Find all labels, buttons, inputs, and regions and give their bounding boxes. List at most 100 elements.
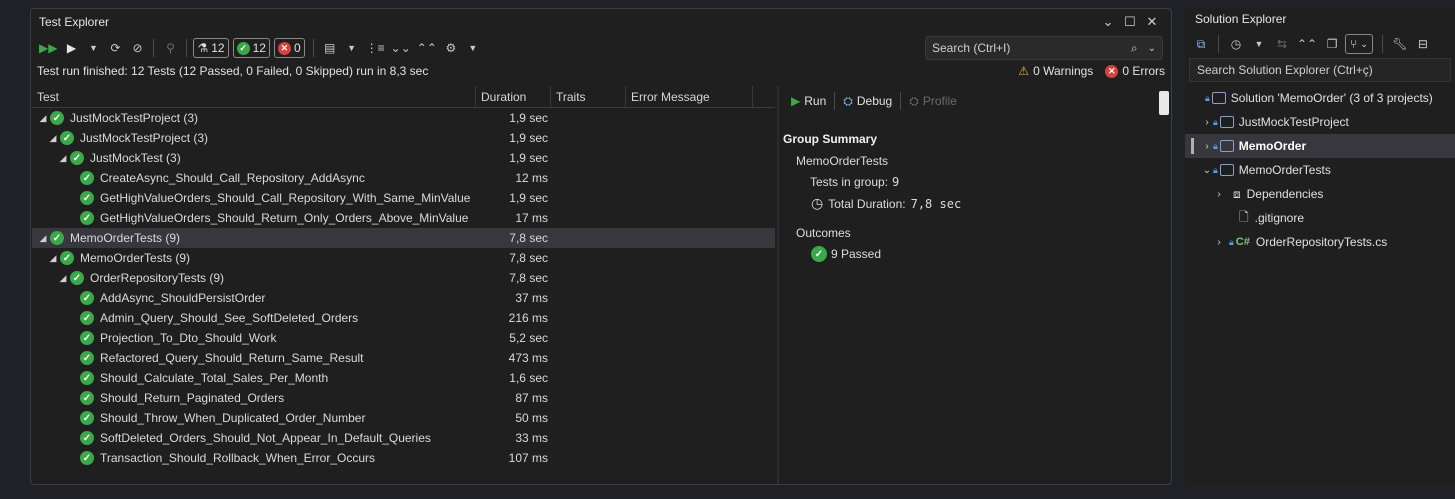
passed-icon: ✓ [80,391,94,405]
repeat-run-icon[interactable]: ⟳ [105,37,125,59]
search-icon[interactable]: ⌕ [1131,41,1138,56]
collapse-all-icon[interactable]: ⌃⌃ [1295,33,1319,55]
chevron-down-icon[interactable]: ▼ [342,37,362,59]
table-row[interactable]: ✓ AddAsync_ShouldPersistOrder 37 ms [32,288,775,308]
debug-button[interactable]: ⛭ Debug [839,94,896,109]
table-row[interactable]: ✓ CreateAsync_Should_Call_Repository_AddA… [32,168,775,188]
lock-icon: 🔒︎ [1205,92,1210,103]
tree-item-dependencies[interactable]: › ⧈ Dependencies [1185,182,1455,206]
warnings-indicator[interactable]: ⚠ 0 Warnings [1018,64,1093,78]
table-row[interactable]: ✓ Should_Throw_When_Duplicated_Order_Numb… [32,408,775,428]
history-icon[interactable]: ◷ [1226,33,1246,55]
group-by-icon[interactable]: ⋮≡ [364,37,387,59]
test-duration: 7,8 sec [509,251,548,265]
expand-arrow-icon[interactable]: ◢ [38,113,48,124]
table-row[interactable]: ✓ Refactored_Query_Should_Return_Same_Res… [32,348,775,368]
chevron-down-icon[interactable]: ⌄ [1201,165,1213,176]
pane-splitter[interactable] [777,86,779,484]
run-icon[interactable]: ▶ [61,37,81,59]
profile-icon: ⛭ [909,93,919,108]
chevron-down-icon[interactable]: ⌄ [1097,12,1119,32]
gear-icon[interactable]: ⚙ [441,37,461,59]
chevron-right-icon[interactable]: › [1213,237,1225,248]
filter-icon[interactable]: ⚲ [160,37,180,59]
expand-arrow-icon[interactable]: ◢ [48,253,58,264]
tree-item-label: OrderRepositoryTests.cs [1255,235,1388,249]
errors-indicator[interactable]: ✕ 0 Errors [1105,64,1165,78]
pending-changes-filter[interactable]: ⑂ ⌄ [1345,34,1373,54]
maximize-icon[interactable]: ☐ [1119,12,1141,32]
show-all-files-icon[interactable]: ❐ [1322,33,1342,55]
chevron-right-icon[interactable]: › [1201,117,1213,128]
expand-arrow-icon[interactable]: ◢ [48,133,58,144]
column-header-duration[interactable]: Duration [476,86,551,107]
passed-tests-filter[interactable]: ✓ 12 [232,38,270,58]
run-summary: Test run finished: 12 Tests (12 Passed, … [37,64,429,78]
failed-tests-filter[interactable]: ✕ 0 [273,38,305,58]
chevron-down-icon[interactable]: ⌄ [1148,43,1156,54]
table-row[interactable]: ✓ Should_Return_Paginated_Orders 87 ms [32,388,775,408]
table-row[interactable]: ✓ SoftDeleted_Orders_Should_Not_Appear_In… [32,428,775,448]
profile-button[interactable]: ⛭ Profile [905,94,961,109]
table-row[interactable]: ◢ ✓ JustMockTestProject (3) 1,9 sec [32,128,775,148]
run-button[interactable]: ▶ Run [787,94,830,108]
table-row[interactable]: ◢ ✓ JustMockTestProject (3) 1,9 sec [32,108,775,128]
tree-item-file[interactable]: 🗋 .gitignore [1185,206,1455,230]
panel-title: Test Explorer [39,15,110,29]
flask-icon: ⚗ [197,41,209,55]
passed-icon: ✓ [70,151,84,165]
total-tests-filter[interactable]: ⚗ 12 [193,38,229,58]
chevron-right-icon[interactable]: › [1201,141,1213,152]
sync-icon[interactable]: ⇆ [1272,33,1292,55]
column-header-traits[interactable]: Traits [551,86,626,107]
chevron-down-icon[interactable]: ▼ [1249,33,1269,55]
chevron-down-icon[interactable]: ▼ [83,37,103,59]
table-row[interactable]: ◢ ✓ MemoOrderTests (9) 7,8 sec [32,248,775,268]
column-header-error[interactable]: Error Message [626,86,753,107]
table-row[interactable]: ✓ Transaction_Should_Rollback_When_Error_… [32,448,775,468]
expand-arrow-icon[interactable]: ◢ [58,273,68,284]
scrollbar-thumb[interactable] [1159,91,1169,115]
expand-arrow-icon[interactable]: ◢ [38,233,48,244]
run-icon: ▶ [791,94,801,108]
group-summary-heading: Group Summary [783,132,878,146]
cancel-run-icon[interactable]: ⊘ [127,37,147,59]
table-row[interactable]: ✓ Projection_To_Dto_Should_Work 5,2 sec [32,328,775,348]
table-row[interactable]: ✓ Admin_Query_Should_See_SoftDeleted_Orde… [32,308,775,328]
table-row[interactable]: ✓ GetHighValueOrders_Should_Call_Reposito… [32,188,775,208]
test-duration: 473 ms [508,351,548,365]
test-name: SoftDeleted_Orders_Should_Not_Appear_In_… [100,431,431,445]
chevron-down-icon[interactable]: ▼ [463,37,483,59]
table-row[interactable]: ✓ Should_Calculate_Total_Sales_Per_Month 1… [32,368,775,388]
run-all-icon[interactable]: ▶▶ [37,37,59,59]
test-search-input[interactable]: Search (Ctrl+I) ⌕ ⌄ [925,36,1163,60]
warning-icon: ⚠ [1018,64,1030,78]
tree-item-project[interactable]: ⌄ 🔒︎ MemoOrderTests [1185,158,1455,182]
test-duration: 87 ms [515,391,548,405]
close-icon[interactable]: ✕ [1141,12,1163,32]
wrench-icon[interactable]: 🔧︎ [1390,33,1410,55]
solution-search-input[interactable]: Search Solution Explorer (Ctrl+ç) [1189,58,1451,82]
playlist-icon[interactable]: ▤ [320,37,340,59]
test-duration: 33 ms [515,431,548,445]
chevron-right-icon[interactable]: › [1213,189,1225,200]
project-icon [1219,164,1234,176]
table-row[interactable]: ◢ ✓ OrderRepositoryTests (9) 7,8 sec [32,268,775,288]
column-header-test[interactable]: Test [32,86,476,107]
passed-icon: ✓ [80,191,94,205]
table-row[interactable]: ◢ ✓ JustMockTest (3) 1,9 sec [32,148,775,168]
tree-item-solution[interactable]: 🔒︎ Solution 'MemoOrder' (3 of 3 projects… [1185,86,1455,110]
expand-arrow-icon[interactable]: ◢ [58,153,68,164]
tree-item-project[interactable]: › 🔒︎ JustMockTestProject [1185,110,1455,134]
solution-icon [1211,92,1226,104]
preview-icon[interactable]: ⊟ [1413,33,1433,55]
table-row-selected[interactable]: ◢ ✓ MemoOrderTests (9) 7,8 sec [32,228,775,248]
passed-outcome[interactable]: ✓ 9 Passed [811,246,881,262]
passed-icon: ✓ [60,131,74,145]
tree-item-file[interactable]: › 🔒︎ C# OrderRepositoryTests.cs [1185,230,1455,254]
expand-all-icon[interactable]: ⌄⌄ [389,37,413,59]
tree-item-project-selected[interactable]: › 🔒︎ MemoOrder [1185,134,1455,158]
switch-views-icon[interactable]: ⧉ [1191,33,1211,55]
table-row[interactable]: ✓ GetHighValueOrders_Should_Return_Only_O… [32,208,775,228]
collapse-all-icon[interactable]: ⌃⌃ [415,37,439,59]
